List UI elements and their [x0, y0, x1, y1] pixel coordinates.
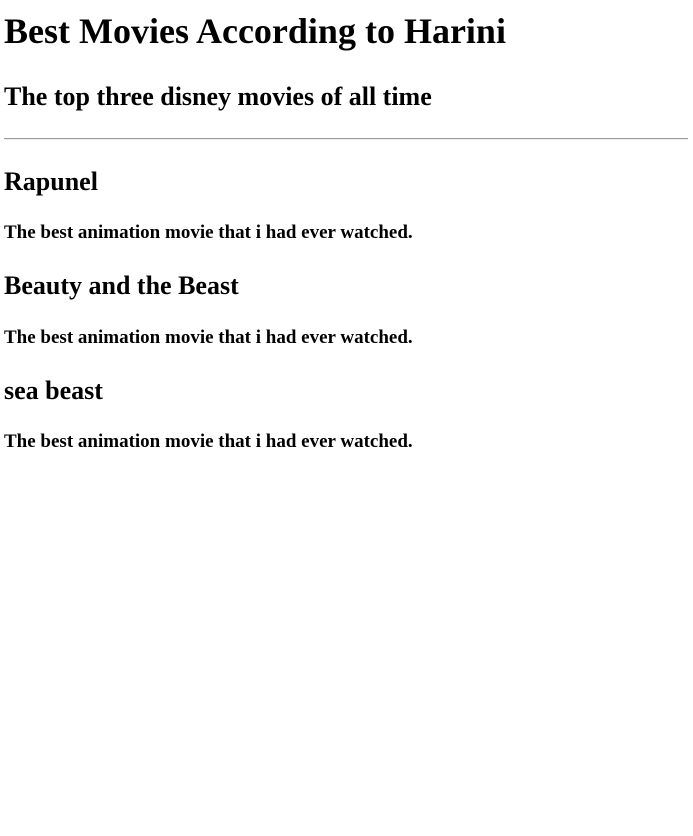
movie-item: sea beast The best animation movie that … — [4, 376, 689, 453]
movie-title: sea beast — [4, 376, 103, 405]
movie-item: Rapunel The best animation movie that i … — [4, 167, 689, 244]
movie-title: Beauty and the Beast — [4, 271, 239, 300]
movie-list: Rapunel The best animation movie that i … — [4, 167, 689, 453]
page-subtitle: The top three disney movies of all time — [4, 82, 432, 111]
page: Best Movies According to Harini The top … — [0, 0, 693, 836]
movie-description: The best animation movie that i had ever… — [4, 431, 413, 452]
movie-description: The best animation movie that i had ever… — [4, 222, 413, 243]
movie-title: Rapunel — [4, 167, 98, 196]
movie-description: The best animation movie that i had ever… — [4, 327, 413, 348]
page-title: Best Movies According to Harini — [4, 11, 506, 51]
divider — [4, 138, 688, 140]
movie-item: Beauty and the Beast The best animation … — [4, 271, 689, 349]
